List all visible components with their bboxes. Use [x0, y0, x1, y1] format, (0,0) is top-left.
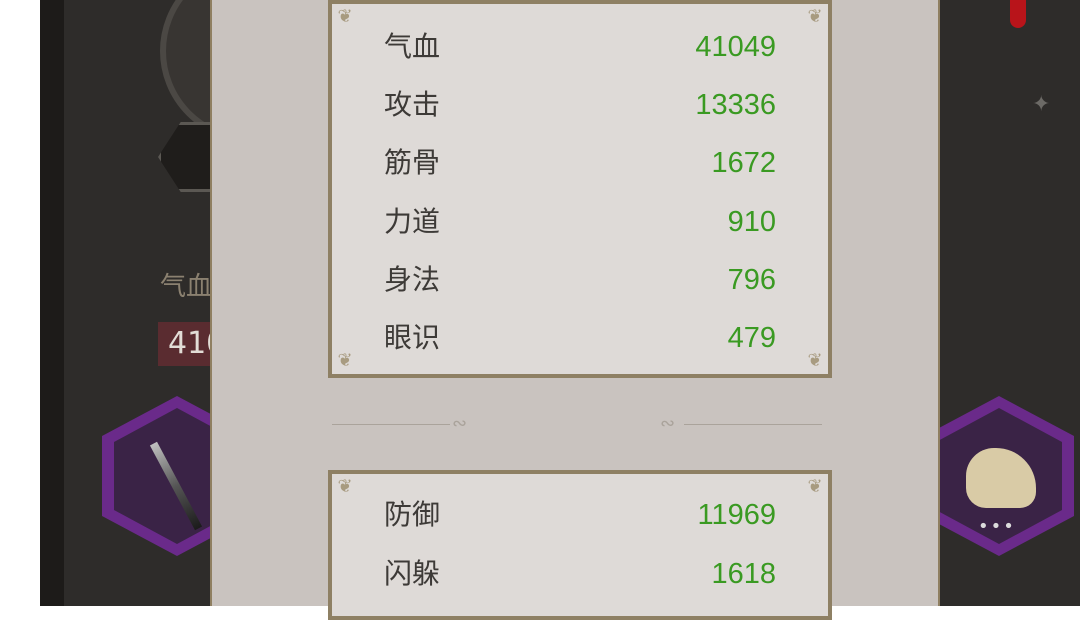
stat-row-agility: 身法 796 [384, 260, 776, 300]
primary-stats-box: ❦ ❦ ❦ ❦ 气血 41049 攻击 13336 筋骨 1672 力道 910… [328, 0, 832, 378]
stat-name: 身法 [384, 263, 441, 296]
stat-row-constitution: 筋骨 1672 [384, 143, 776, 183]
horse-icon [966, 448, 1036, 508]
section-divider: ∾ ∾ [332, 412, 822, 436]
corner-ornament-icon: ❦ [807, 6, 823, 27]
stat-value: 910 [727, 206, 776, 238]
stat-name: 筋骨 [384, 146, 441, 179]
divider-line [332, 424, 450, 425]
divider-swirl-icon: ∾ [660, 413, 676, 434]
stat-value: 479 [727, 322, 776, 354]
stat-name: 力道 [384, 205, 441, 238]
stat-name: 气血 [384, 30, 441, 63]
stat-name: 闪躲 [384, 557, 441, 590]
more-options-icon[interactable]: ••• [978, 516, 1016, 537]
divider-line [684, 424, 822, 425]
divider-swirl-icon: ∾ [452, 413, 468, 434]
corner-ornament-icon: ❦ [807, 476, 823, 497]
notification-marker-icon [1010, 0, 1026, 28]
stat-value: 1618 [711, 558, 776, 590]
stat-row-dodge: 闪躲 1618 [384, 554, 776, 594]
stat-value: 41049 [695, 31, 776, 63]
stat-row-attack: 攻击 13336 [384, 85, 776, 125]
stat-name: 眼识 [384, 321, 441, 354]
stat-row-defense: 防御 11969 [384, 495, 776, 535]
corner-ornament-icon: ❦ [337, 6, 353, 27]
spear-icon [149, 441, 203, 531]
stat-value: 11969 [697, 499, 777, 531]
stat-value: 1672 [711, 147, 776, 179]
stat-value: 13336 [695, 89, 776, 121]
stat-row-perception: 眼识 479 [384, 318, 776, 358]
stat-value: 796 [727, 264, 776, 296]
corner-ornament-icon: ❦ [337, 476, 353, 497]
corner-ornament-icon: ❦ [337, 350, 353, 371]
secondary-stats-box: ❦ ❦ 防御 11969 闪躲 1618 [328, 470, 832, 620]
sparkle-icon: ✦ [1032, 92, 1051, 117]
corner-ornament-icon: ❦ [807, 350, 823, 371]
background-edge [40, 0, 64, 606]
stat-row-hp: 气血 41049 [384, 27, 776, 67]
attribute-panel: ❦ ❦ ❦ ❦ 气血 41049 攻击 13336 筋骨 1672 力道 910… [210, 0, 940, 620]
stat-name: 防御 [384, 498, 441, 531]
stat-row-strength: 力道 910 [384, 202, 776, 242]
stat-name: 攻击 [384, 88, 441, 121]
hero-stat-label: 气血 [160, 272, 213, 302]
